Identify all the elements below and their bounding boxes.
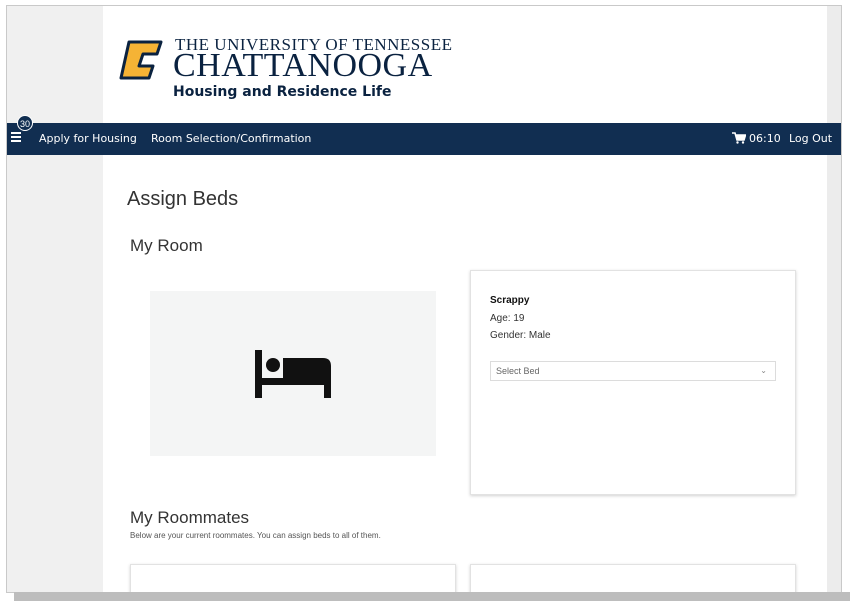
roommates-description: Below are your current roommates. You ca… [130, 531, 381, 540]
roommate-card-2 [470, 564, 796, 592]
select-bed-dropdown[interactable]: Select Bed ⌄ [490, 361, 776, 381]
utc-logo-c-icon [119, 40, 163, 80]
window-shadow [14, 592, 850, 601]
logout-link[interactable]: Log Out [789, 132, 832, 145]
occupant-age: Age: 19 [490, 313, 525, 324]
bed-icon [255, 350, 331, 398]
department-subtitle: Housing and Residence Life [173, 84, 392, 100]
left-gutter [7, 6, 103, 592]
menu-icon[interactable] [11, 132, 21, 142]
occupant-name: Scrappy [490, 295, 530, 306]
page-title: Assign Beds [127, 188, 239, 210]
browser-frame: THE UNIVERSITY OF TENNESSEE CHATTANOOGA … [6, 5, 842, 593]
occupant-card: Scrappy Age: 19 Gender: Male Select Bed … [470, 270, 796, 495]
notification-badge: 30 [17, 115, 33, 131]
my-roommates-heading: My Roommates [130, 508, 250, 527]
page-content: THE UNIVERSITY OF TENNESSEE CHATTANOOGA … [7, 6, 841, 592]
room-image [150, 291, 436, 456]
session-timer: 06:10 [749, 132, 781, 145]
nav-room-selection[interactable]: Room Selection/Confirmation [151, 132, 311, 145]
chevron-down-icon: ⌄ [760, 366, 767, 375]
roommate-card-1 [130, 564, 456, 592]
occupant-gender: Gender: Male [490, 330, 551, 341]
top-navbar: 30 Apply for Housing Room Selection/Conf… [7, 115, 841, 155]
cart-icon[interactable] [732, 131, 747, 144]
my-room-heading: My Room [130, 236, 203, 255]
nav-apply-for-housing[interactable]: Apply for Housing [39, 132, 137, 145]
select-bed-value: Select Bed [496, 366, 540, 376]
university-name-line2: CHATTANOOGA [173, 47, 433, 84]
right-scroll-gutter[interactable] [825, 6, 841, 592]
